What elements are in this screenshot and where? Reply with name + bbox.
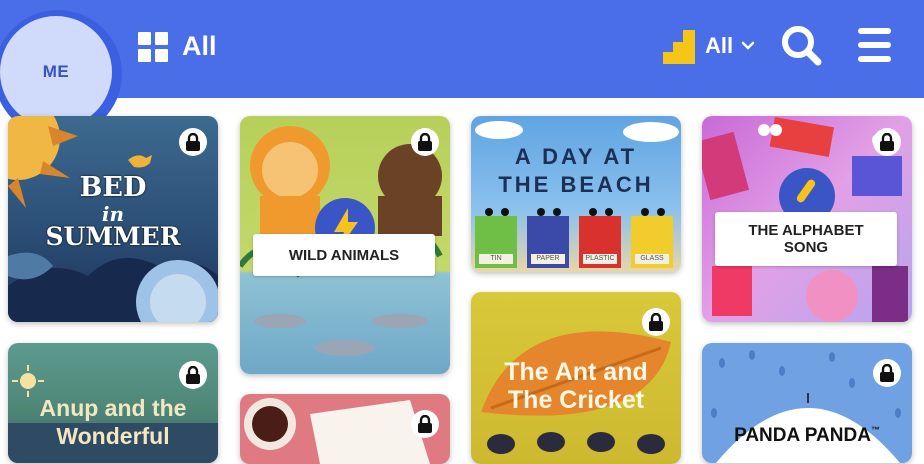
level-stairs-icon [663,30,695,64]
book-title-box: WILD ANIMALS [253,234,435,276]
book-title-line1: Anup and the [39,395,187,421]
level-filter-label: All [705,33,734,58]
book-title-line1: BED [79,172,147,203]
book-title: WILD ANIMALS [288,246,400,264]
book-title: PANDA PANDA™ [702,425,912,447]
book-card-bed-in-summer[interactable]: BED in SUMMER [8,116,218,322]
book-title-line2: The Cricket [507,386,645,414]
book-title-line2: SONG [783,239,829,256]
book-title-line2: Wonderful [56,423,170,449]
grid-icon [138,31,168,62]
bin-label-glass: GLASS [640,255,664,262]
book-title-box: THE ALPHABET SONG [715,212,897,266]
book-card-a-day-at-the-beach[interactable]: A DAY AT THE BEACH TIN PAPER PLASTIC GLA… [471,116,681,272]
search-icon[interactable] [780,24,822,66]
category-filter-button[interactable]: All [138,31,217,62]
book-title-line1: THE ALPHABET [748,222,864,239]
book-title-line3: SUMMER [45,222,181,251]
book-title-line2: THE BEACH [498,172,654,197]
book-title-text: PANDA PANDA [734,425,871,446]
book-title-line1: The Ant and [504,358,648,386]
lock-icon [179,361,207,389]
lock-icon [873,128,901,156]
lock-icon [411,128,439,156]
bin-label-plastic: PLASTIC [585,255,615,262]
lock-icon [411,410,439,438]
lock-icon [873,359,901,387]
menu-icon[interactable] [858,28,891,62]
profile-avatar-button[interactable]: ME [0,16,112,128]
book-card-wild-animals[interactable]: WILD ANIMALS [240,116,450,374]
lock-icon [642,308,670,336]
category-filter-label: All [182,31,217,61]
level-filter-dropdown[interactable]: All [661,28,755,64]
book-card-anup-and-the-wonderful[interactable]: Anup and the Wonderful [8,343,218,463]
book-card-panda-panda[interactable]: PANDA PANDA™ [702,343,912,463]
chevron-down-icon [741,41,755,50]
book-card-the-ant-and-the-cricket[interactable]: The Ant and The Cricket [471,292,681,464]
trademark-symbol: ™ [870,425,880,435]
lock-icon [179,128,207,156]
bin-label-paper: PAPER [536,255,560,262]
bin-label-tin: TIN [490,255,502,262]
book-card-the-alphabet-song[interactable]: THE ALPHABET SONG [702,116,912,322]
book-title-line1: A DAY AT [514,144,638,169]
